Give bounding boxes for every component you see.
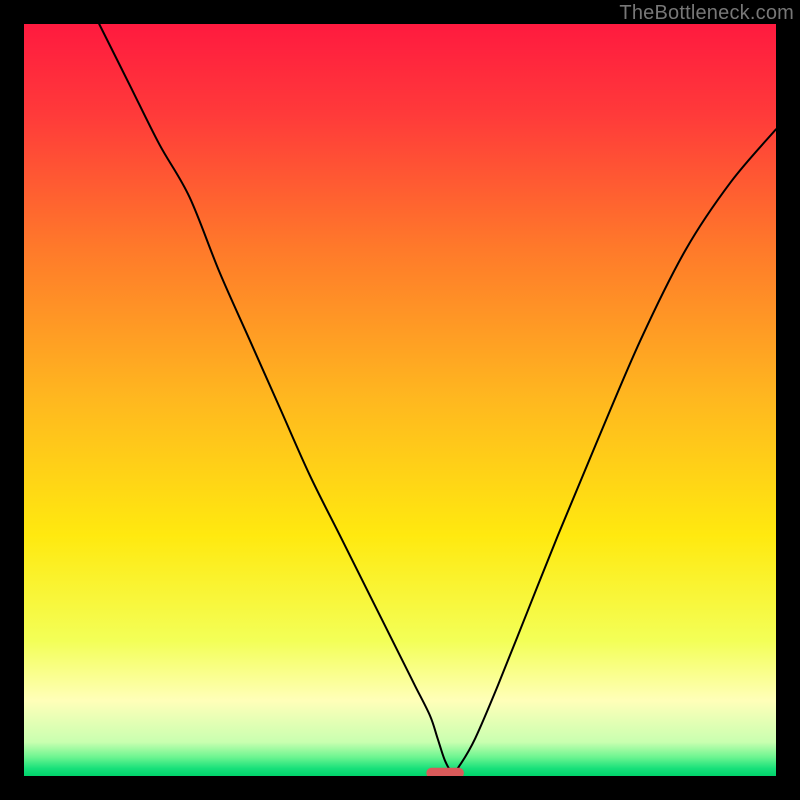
attribution-label: TheBottleneck.com <box>619 2 794 25</box>
bottleneck-chart <box>24 24 776 776</box>
optimal-marker <box>426 768 464 776</box>
plot-area <box>24 24 776 776</box>
chart-frame: TheBottleneck.com <box>0 0 800 800</box>
gradient-background <box>24 24 776 776</box>
